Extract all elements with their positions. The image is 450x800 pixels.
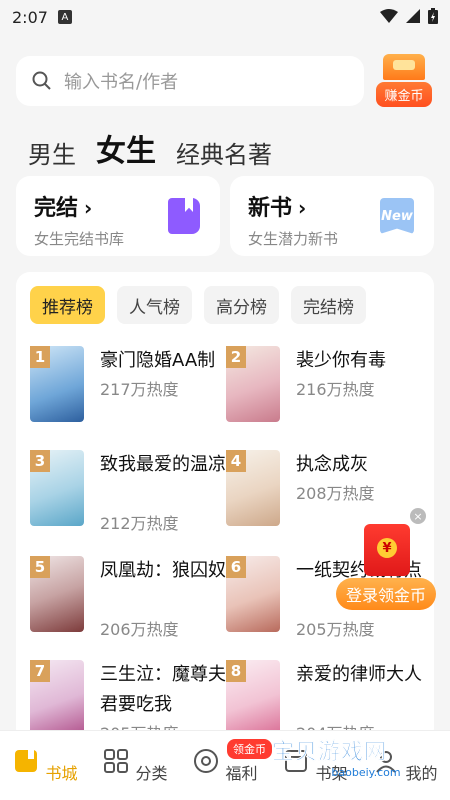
book-heat: 206万热度 bbox=[100, 620, 179, 639]
book-title: 三生泣：魔尊夫君要吃我 bbox=[100, 664, 226, 715]
book-title: 凤凰劫：狼囚奴 bbox=[100, 560, 226, 581]
book-heat: 217万热度 bbox=[100, 380, 179, 399]
tab-male[interactable]: 男生 bbox=[28, 135, 76, 170]
gift-box-icon bbox=[383, 54, 425, 80]
book-heat: 208万热度 bbox=[296, 484, 375, 503]
grid-icon bbox=[104, 749, 129, 773]
wifi-icon bbox=[380, 9, 398, 23]
book-heat: 205万热度 bbox=[296, 620, 375, 639]
search-placeholder: 输入书名/作者 bbox=[64, 72, 179, 93]
red-packet-icon bbox=[364, 524, 410, 576]
site-watermark: 宝贝游戏网 baobeiy.com bbox=[272, 734, 432, 784]
rank-number: 8 bbox=[226, 660, 246, 682]
book-item[interactable]: 2 裴少你有毒 216万热度 bbox=[226, 346, 426, 446]
nav-label: 书城 bbox=[45, 764, 78, 783]
ranking-panel: 推荐榜 人气榜 高分榜 完结榜 1 豪门隐婚AA制 217万热度 2 裴少你有毒… bbox=[16, 272, 434, 742]
card-new-books[interactable]: 新书 › 女生潜力新书 New bbox=[230, 176, 434, 256]
watermark-title: 宝贝游戏网 bbox=[272, 740, 388, 766]
earn-coins-button[interactable]: 赚金币 bbox=[376, 54, 432, 110]
book-heat: 216万热度 bbox=[296, 380, 375, 399]
rank-number: 1 bbox=[30, 346, 50, 368]
nav-category[interactable]: 分类 bbox=[95, 747, 175, 784]
book-title: 亲爱的律师大人 bbox=[296, 664, 422, 685]
notification-a-icon: A bbox=[57, 10, 72, 24]
book-bookmark-icon bbox=[168, 198, 200, 234]
status-bar: 2:07 A bbox=[0, 0, 450, 34]
book-item[interactable]: 5 凤凰劫：狼囚奴 206万热度 bbox=[30, 556, 230, 656]
book-item[interactable]: 1 豪门隐婚AA制 217万热度 bbox=[30, 346, 230, 446]
book-title: 裴少你有毒 bbox=[296, 350, 386, 371]
book-heat: 212万热度 bbox=[100, 514, 179, 533]
battery-icon bbox=[428, 8, 438, 24]
book-title: 豪门隐婚AA制 bbox=[100, 350, 216, 371]
search-icon bbox=[32, 71, 51, 90]
status-time: 2:07 bbox=[12, 7, 48, 27]
rank-number: 4 bbox=[226, 450, 246, 472]
rank-number: 3 bbox=[30, 450, 50, 472]
login-coins-button[interactable]: 登录领金币 bbox=[336, 578, 436, 610]
close-icon[interactable]: × bbox=[410, 508, 426, 524]
nav-welfare[interactable]: 福利 领金币 bbox=[185, 739, 272, 784]
search-row: 输入书名/作者 赚金币 bbox=[16, 54, 434, 107]
chevron-right-icon: › bbox=[84, 196, 93, 220]
book-item[interactable]: 3 致我最爱的温凉 212万热度 bbox=[30, 450, 230, 550]
tab-recommended[interactable]: 推荐榜 bbox=[30, 286, 105, 324]
signal-icon bbox=[406, 9, 420, 23]
book-title: 致我最爱的温凉 bbox=[100, 454, 226, 475]
login-coins-float[interactable]: × 登录领金币 bbox=[336, 508, 436, 610]
card-new-books-subtitle: 女生潜力新书 bbox=[248, 230, 339, 248]
tab-popular[interactable]: 人气榜 bbox=[117, 286, 192, 324]
status-icons bbox=[380, 8, 438, 24]
rank-number: 7 bbox=[30, 660, 50, 682]
tab-high-score[interactable]: 高分榜 bbox=[204, 286, 279, 324]
watermark-url: baobeiy.com bbox=[331, 766, 401, 779]
rank-tabs: 推荐榜 人气榜 高分榜 完结榜 bbox=[30, 286, 366, 324]
earn-coins-label: 赚金币 bbox=[376, 82, 432, 107]
coin-icon bbox=[194, 749, 219, 773]
tab-female[interactable]: 女生 bbox=[96, 126, 156, 170]
rank-number: 6 bbox=[226, 556, 246, 578]
nav-label: 福利 bbox=[225, 764, 258, 783]
tab-finished[interactable]: 完结榜 bbox=[291, 286, 366, 324]
rank-number: 2 bbox=[226, 346, 246, 368]
welfare-badge: 领金币 bbox=[227, 739, 272, 759]
book-title: 执念成灰 bbox=[296, 454, 368, 475]
tab-classics[interactable]: 经典名著 bbox=[176, 135, 272, 170]
card-completed[interactable]: 完结 › 女生完结书库 bbox=[16, 176, 220, 256]
bookstore-icon bbox=[15, 750, 38, 772]
rank-number: 5 bbox=[30, 556, 50, 578]
gender-tabs: 男生 女生 经典名著 bbox=[28, 126, 272, 170]
nav-label: 分类 bbox=[135, 764, 168, 783]
nav-bookstore[interactable]: 书城 bbox=[5, 747, 85, 784]
chevron-right-icon: › bbox=[298, 196, 307, 220]
search-input[interactable]: 输入书名/作者 bbox=[16, 56, 364, 106]
